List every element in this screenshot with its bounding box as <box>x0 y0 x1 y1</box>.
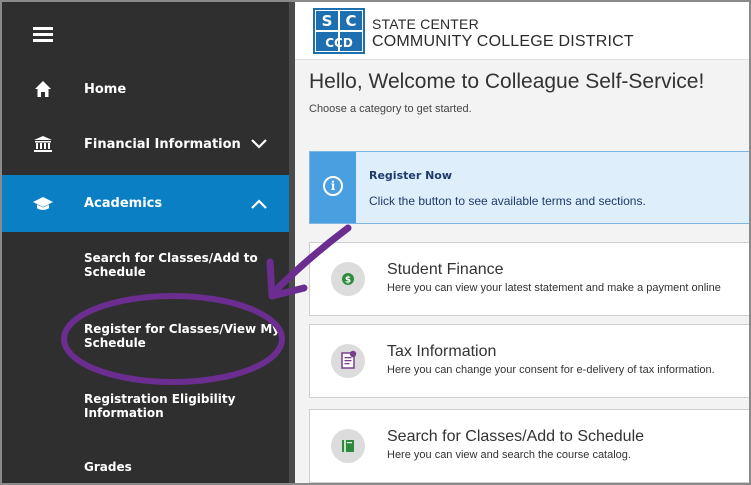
page-title: Hello, Welcome to Colleague Self-Service… <box>309 70 705 93</box>
svg-text:$: $ <box>345 276 351 286</box>
sidebar-item-label: Academics <box>84 196 163 211</box>
sidebar-subitem-register-classes[interactable]: Register for Classes/View My Schedule <box>84 322 284 350</box>
card-title[interactable]: Search for Classes/Add to Schedule <box>387 428 644 446</box>
sidebar-item-label: Home <box>84 81 127 97</box>
dashboard-content: Hello, Welcome to Colleague Self-Service… <box>295 60 749 483</box>
student-finance-card[interactable]: $ Student Finance Here you can view your… <box>309 242 749 316</box>
money-icon: $ <box>331 262 365 296</box>
register-now-link[interactable]: Register Now <box>369 169 452 182</box>
card-description: Here you can view and search the course … <box>387 449 631 461</box>
card-description: Here you can change your consent for e-d… <box>387 364 715 376</box>
tax-information-card[interactable]: Tax Information Here you can change your… <box>309 324 749 398</box>
sidebar-subitem-grades[interactable]: Grades <box>84 460 284 474</box>
card-title[interactable]: Tax Information <box>387 343 496 361</box>
screenshot-frame: Home Financial Information Academics Sea… <box>0 0 751 485</box>
info-icon: i <box>323 176 343 196</box>
main-area: S C CCD STATE CENTER COMMUNITY COLLEGE D… <box>295 2 749 483</box>
bank-icon <box>32 133 54 155</box>
chevron-up-icon[interactable] <box>249 194 269 214</box>
home-icon <box>32 78 54 100</box>
svg-text:C: C <box>345 12 356 30</box>
register-now-notice[interactable]: i Register Now Click the button to see a… <box>309 151 749 224</box>
sidebar-item-label: Financial Information <box>84 136 241 152</box>
svg-text:CCD: CCD <box>325 36 353 50</box>
graduation-cap-icon <box>32 193 54 215</box>
college-logo[interactable]: S C CCD <box>313 8 365 54</box>
notice-accent-bar: i <box>310 152 356 223</box>
catalog-book-icon <box>331 429 365 463</box>
menu-toggle-button[interactable] <box>2 16 289 52</box>
sidebar-subitem-search-classes[interactable]: Search for Classes/Add to Schedule <box>84 251 284 279</box>
tax-document-icon <box>331 344 365 378</box>
sidebar-item-home[interactable]: Home <box>2 70 289 108</box>
register-now-description: Click the button to see available terms … <box>369 194 646 208</box>
brand-header: S C CCD STATE CENTER COMMUNITY COLLEGE D… <box>295 2 749 60</box>
brand-name-line2: COMMUNITY COLLEGE DISTRICT <box>372 33 634 50</box>
card-description: Here you can view your latest statement … <box>387 282 721 294</box>
sidebar-item-academics[interactable]: Academics <box>2 175 289 232</box>
sidebar-subitem-registration-eligibility[interactable]: Registration Eligibility Information <box>84 392 284 420</box>
sidebar-item-financial-information[interactable]: Financial Information <box>2 124 289 164</box>
chevron-down-icon[interactable] <box>249 134 269 154</box>
svg-text:S: S <box>322 12 333 30</box>
hamburger-menu-icon[interactable] <box>32 23 54 45</box>
page-subtitle: Choose a category to get started. <box>309 103 472 115</box>
sidebar: Home Financial Information Academics Sea… <box>2 2 289 483</box>
brand-name-line1: STATE CENTER <box>372 16 479 32</box>
card-title[interactable]: Student Finance <box>387 261 504 279</box>
search-classes-card[interactable]: Search for Classes/Add to Schedule Here … <box>309 409 749 483</box>
